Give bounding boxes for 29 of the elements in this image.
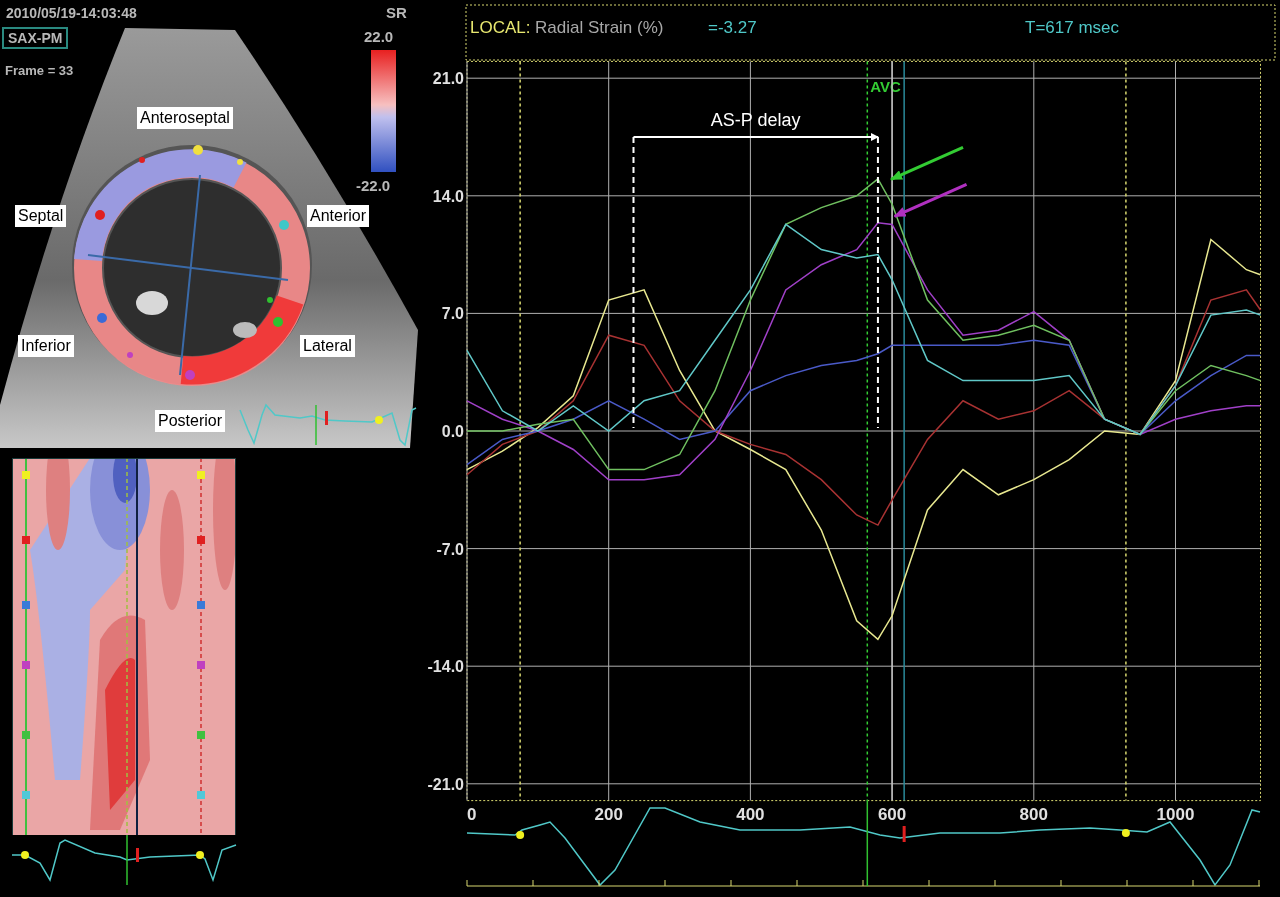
y-tick-label: -21.0: [427, 775, 464, 793]
mode-label: LOCAL:: [470, 18, 531, 37]
x-tick-label: 600: [877, 805, 907, 824]
x-tick-label: 400: [736, 805, 765, 824]
y-tick-label: -7.0: [436, 540, 464, 558]
scale-min-label: -22.0: [356, 178, 391, 193]
y-tick-label: -14.0: [427, 658, 464, 676]
timestamp-text: 2010/05/19-14:03:48: [6, 6, 137, 20]
x-tick-label: 1000: [1156, 805, 1195, 824]
segment-label: Anteroseptal: [137, 107, 233, 129]
segment-label: Posterior: [155, 410, 226, 432]
frame-counter: Frame = 33: [5, 64, 74, 77]
segment-label: Septal: [15, 205, 67, 227]
measure-value: =-3.27: [708, 18, 757, 37]
x-tick-label: 200: [594, 805, 623, 824]
y-tick-label: 14.0: [432, 187, 464, 205]
segment-label: Lateral: [300, 335, 355, 357]
view-label: SAX-PM: [2, 27, 69, 49]
y-tick-label: 7.0: [441, 305, 464, 323]
x-tick-label: 800: [1019, 805, 1048, 824]
time-readout: T=617 msec: [1025, 18, 1119, 37]
scale-title: SR: [386, 5, 407, 20]
segment-label: Inferior: [18, 335, 74, 357]
y-tick-label: 21.0: [432, 70, 464, 88]
scale-max-label: 22.0: [364, 29, 394, 44]
y-tick-label: 0.0: [441, 423, 464, 440]
segment-label: Anterior: [307, 205, 370, 227]
measure-label: Radial Strain (%): [535, 18, 664, 37]
x-tick-label: 0: [467, 805, 477, 824]
